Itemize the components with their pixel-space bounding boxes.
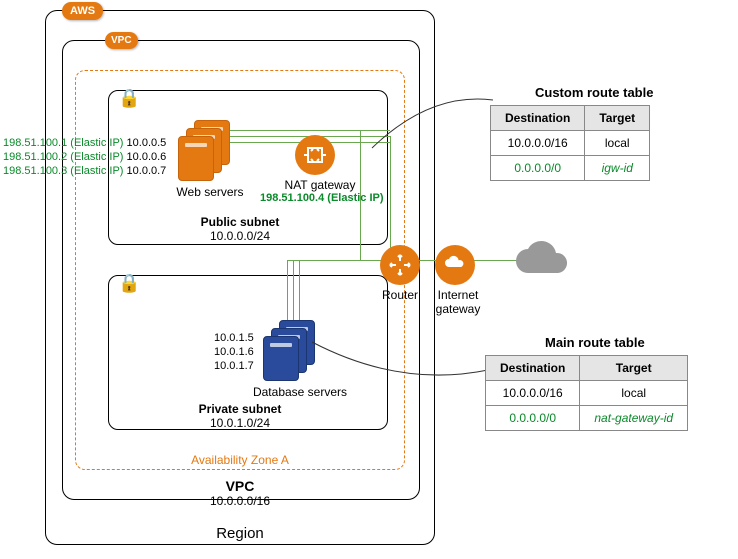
az-label: Availability Zone A bbox=[165, 453, 315, 467]
db-ip-1: 10.0.1.6 bbox=[214, 346, 254, 358]
rt-target: igw-id bbox=[585, 156, 650, 181]
custom-route-table-title: Custom route table bbox=[535, 85, 653, 100]
nat-eip: 198.51.100.4 (Elastic IP) bbox=[260, 192, 384, 204]
rt-target: nat-gateway-id bbox=[580, 406, 688, 431]
lock-icon: 🔒 bbox=[118, 273, 140, 294]
main-route-table: DestinationTarget 10.0.0.0/16local 0.0.0… bbox=[485, 355, 688, 431]
rt-dest: 0.0.0.0/0 bbox=[486, 406, 580, 431]
internet-gateway-icon bbox=[435, 245, 475, 285]
router-icon bbox=[380, 245, 420, 285]
rt-dest: 10.0.0.0/16 bbox=[491, 131, 585, 156]
private-subnet-cidr: 10.0.1.0/24 bbox=[180, 416, 300, 430]
eip-row-2: 198.51.100.3 (Elastic IP) 10.0.0.7 bbox=[3, 165, 166, 177]
link-line bbox=[287, 260, 391, 261]
custom-route-table: DestinationTarget 10.0.0.0/16local 0.0.0… bbox=[490, 105, 650, 181]
igw-label: Internet gateway bbox=[418, 288, 498, 316]
eip-row-0: 198.51.100.1 (Elastic IP) 10.0.0.5 bbox=[3, 137, 166, 149]
th-target: Target bbox=[580, 356, 688, 381]
connector-to-custom-table bbox=[370, 90, 495, 150]
rt-dest: 0.0.0.0/0 bbox=[491, 156, 585, 181]
region-label: Region bbox=[180, 525, 300, 542]
public-subnet-cidr: 10.0.0.0/24 bbox=[180, 229, 300, 243]
db-ip-2: 10.0.1.7 bbox=[214, 360, 254, 372]
th-target: Target bbox=[585, 106, 650, 131]
public-subnet-title: Public subnet bbox=[180, 215, 300, 229]
db-ip-0: 10.0.1.5 bbox=[214, 332, 254, 344]
rt-target: local bbox=[585, 131, 650, 156]
vpc-cidr: 10.0.0.0/16 bbox=[180, 494, 300, 508]
th-dest: Destination bbox=[491, 106, 585, 131]
aws-badge: AWS bbox=[62, 2, 103, 20]
router-label: Router bbox=[378, 288, 422, 302]
nat-gateway-label: NAT gateway bbox=[280, 178, 360, 192]
vpc-label: VPC bbox=[180, 478, 300, 494]
rt-target: local bbox=[580, 381, 688, 406]
nat-gateway-icon bbox=[295, 135, 335, 175]
connector-to-main-table bbox=[310, 340, 490, 390]
private-subnet-title: Private subnet bbox=[180, 402, 300, 416]
lock-icon: 🔒 bbox=[118, 88, 140, 109]
eip-row-1: 198.51.100.2 (Elastic IP) 10.0.0.6 bbox=[3, 151, 166, 163]
rt-dest: 10.0.0.0/16 bbox=[486, 381, 580, 406]
internet-cloud-icon bbox=[510, 235, 570, 283]
th-dest: Destination bbox=[486, 356, 580, 381]
web-servers-label: Web servers bbox=[170, 185, 250, 199]
vpc-badge: VPC bbox=[105, 32, 138, 49]
link-line bbox=[390, 136, 391, 260]
main-route-table-title: Main route table bbox=[545, 335, 645, 350]
